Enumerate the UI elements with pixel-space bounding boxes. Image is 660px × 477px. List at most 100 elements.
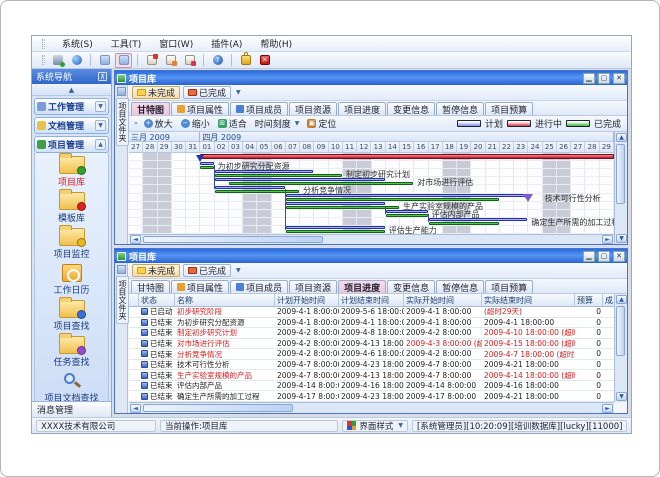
help-icon[interactable]: ?: [209, 53, 226, 68]
sidebar-group-1[interactable]: 文档管理▼: [34, 117, 109, 134]
menu-item-0[interactable]: 系统(S): [59, 36, 96, 51]
column-header-0[interactable]: 状态: [139, 294, 175, 307]
sidebar-item-project-search-folder[interactable]: 项目查找: [35, 300, 108, 332]
table-folder-overflow-icon[interactable]: ▼: [236, 267, 241, 274]
scroll-left-icon[interactable]: ◄: [130, 235, 141, 244]
minimize-button[interactable]: ▁: [583, 73, 595, 84]
scroll-down-icon[interactable]: ▼: [616, 234, 627, 243]
chevron-icon[interactable]: ▼: [95, 120, 106, 131]
gantt-body[interactable]: 为初步研究分配资源制定初步研究计划对市场进行评估分析竞争情况技术可行性分析生产实…: [129, 153, 614, 234]
gantt-tab-3[interactable]: 项目资源: [289, 102, 337, 115]
lock-icon[interactable]: [237, 53, 254, 68]
table-row[interactable]: 已结束制定初步研究计划2009-4-2 8:00:002009-4-8 18:0…: [129, 328, 614, 339]
gantt-summary-bar[interactable]: [200, 154, 614, 159]
gantt-plan-bar[interactable]: [429, 218, 528, 221]
sidebar-tab-message-management[interactable]: 消息管理: [32, 401, 111, 417]
gantt-plan-bar[interactable]: [215, 170, 314, 173]
gantt-actual-bar[interactable]: [200, 166, 213, 169]
sidebar-item-project-monitor-folder[interactable]: 项目监控: [35, 228, 108, 260]
table-row[interactable]: 已结束确定生产所需的加工过程2009-4-17 8:00:002009-4-23…: [129, 391, 614, 402]
remote-desktop-icon[interactable]: [49, 53, 66, 68]
scroll-down-icon[interactable]: ▼: [616, 392, 627, 401]
table-row[interactable]: 已启动初步研究阶段2009-4-1 8:00:002009-5-6 18:00:…: [129, 307, 614, 318]
gantt-plan-bar[interactable]: [215, 186, 285, 189]
restore-button[interactable]: ▢: [598, 73, 610, 84]
table-row[interactable]: 已结束为初步研究分配资源2009-4-1 8:00:002009-4-1 18:…: [129, 318, 614, 329]
table-row[interactable]: 已结束分析竞争情况2009-4-2 8:00:002009-4-6 18:00:…: [129, 349, 614, 360]
sidebar-scroll-up[interactable]: ▲: [32, 84, 111, 96]
gantt-tab-2[interactable]: 项目成员: [230, 102, 288, 115]
gantt-plan-bar[interactable]: [286, 194, 528, 197]
project-folders-side-tab[interactable]: 项目文件夹: [116, 98, 129, 146]
column-header-1[interactable]: 名称: [175, 294, 275, 307]
toolbar-overflow-icon[interactable]: »: [134, 120, 138, 127]
close-button[interactable]: ✕: [613, 251, 625, 262]
table-vertical-scrollbar[interactable]: ▲ ▼: [614, 294, 627, 402]
column-header-3[interactable]: 计划结束时间: [339, 294, 404, 307]
gantt-tab-5[interactable]: 变更信息: [387, 102, 435, 115]
gantt-folder-overflow-icon[interactable]: ▼: [236, 89, 241, 96]
table-tab-4[interactable]: 项目进度: [338, 280, 386, 293]
scroll-right-icon[interactable]: ►: [602, 404, 613, 413]
zoom-in-button[interactable]: +放大: [142, 117, 175, 130]
gantt-tab-6[interactable]: 暂停信息: [436, 102, 484, 115]
folder-save-icon[interactable]: [115, 53, 132, 68]
scroll-up-icon[interactable]: ▲: [616, 133, 627, 142]
gantt-actual-bar[interactable]: [215, 174, 342, 177]
gantt-tab-0[interactable]: 甘特图: [131, 102, 170, 115]
column-header-6[interactable]: 预算: [575, 294, 603, 307]
zoom-out-button[interactable]: −缩小: [179, 117, 212, 130]
gantt-tab-1[interactable]: 项目属性: [171, 102, 229, 115]
table-tab-3[interactable]: 项目资源: [289, 280, 337, 293]
sidebar-item-template-library-folder[interactable]: 模板库: [35, 192, 108, 224]
sidebar-item-project-library[interactable]: 项目库: [35, 156, 108, 188]
gantt-actual-bar[interactable]: [286, 206, 399, 209]
gantt-actual-bar[interactable]: [429, 222, 499, 225]
folder-strip-icon[interactable]: [117, 87, 126, 96]
column-header-5[interactable]: 实际结束时间: [482, 294, 575, 307]
gantt-vertical-scrollbar[interactable]: ▲ ▼: [614, 132, 627, 244]
chevron-icon[interactable]: ▲: [95, 139, 106, 150]
globe-icon[interactable]: [68, 53, 85, 68]
exit-icon[interactable]: ✕: [256, 53, 273, 68]
table-row[interactable]: 已结束生产实验室规模的产品2009-4-7 8:00:002009-4-13 1…: [129, 370, 614, 381]
gantt-folder-tab-1[interactable]: 已完成: [183, 86, 231, 99]
column-header-4[interactable]: 实际开始时间: [404, 294, 482, 307]
table-window-titlebar[interactable]: 项目库 ▁ ▢ ✕: [115, 249, 627, 263]
gantt-horizontal-scrollbar[interactable]: ◄ ►: [129, 234, 614, 244]
gantt-plan-bar[interactable]: [286, 226, 385, 229]
report-mail-icon-1[interactable]: [143, 53, 160, 68]
sidebar-item-task-search-folder[interactable]: 任务查找: [35, 336, 108, 368]
time-scale-dropdown[interactable]: 时间刻度▼: [253, 117, 302, 130]
column-header-7[interactable]: 成: [603, 294, 614, 307]
scroll-up-icon[interactable]: ▲: [616, 295, 627, 304]
table-horizontal-scrollbar[interactable]: ◄ ►: [129, 402, 614, 413]
menu-item-2[interactable]: 窗口(W): [156, 36, 196, 51]
gantt-plan-bar[interactable]: [215, 178, 385, 181]
table-tab-6[interactable]: 暂停信息: [436, 280, 484, 293]
menu-item-3[interactable]: 插件(A): [208, 36, 245, 51]
close-button[interactable]: ✕: [613, 73, 625, 84]
chevron-icon[interactable]: ▼: [95, 101, 106, 112]
toolbar-grip[interactable]: [42, 55, 45, 65]
report-mail-icon-2[interactable]: [162, 53, 179, 68]
gantt-tab-4[interactable]: 项目进度: [338, 102, 386, 115]
gantt-plan-bar[interactable]: [200, 162, 213, 165]
sidebar-group-2[interactable]: 项目管理▲: [34, 136, 109, 153]
table-folder-tab-1[interactable]: 已完成: [183, 264, 231, 277]
gantt-plan-bar[interactable]: [386, 210, 428, 213]
sidebar-item-work-calendar[interactable]: 工作日历: [35, 264, 108, 296]
project-folders-side-tab[interactable]: 项目文件夹: [116, 276, 129, 324]
menu-item-1[interactable]: 工具(T): [108, 36, 145, 51]
column-header-2[interactable]: 计划开始时间: [275, 294, 339, 307]
table-row[interactable]: 已结束评估内部产品2009-4-14 8:00:002009-4-16 18:0…: [129, 381, 614, 392]
table-folder-tab-0[interactable]: 未完成: [132, 264, 180, 277]
fit-button[interactable]: ⊞适合: [216, 117, 249, 130]
table-tab-1[interactable]: 项目属性: [171, 280, 229, 293]
sidebar-group-0[interactable]: 工作管理▼: [34, 98, 109, 115]
pin-icon[interactable]: ⊼: [98, 72, 107, 81]
gantt-actual-bar[interactable]: [215, 190, 300, 193]
menubar-grip[interactable]: [42, 39, 45, 49]
gantt-actual-bar[interactable]: [386, 214, 428, 217]
gantt-window-titlebar[interactable]: 项目库 ▁ ▢ ✕: [115, 71, 627, 85]
